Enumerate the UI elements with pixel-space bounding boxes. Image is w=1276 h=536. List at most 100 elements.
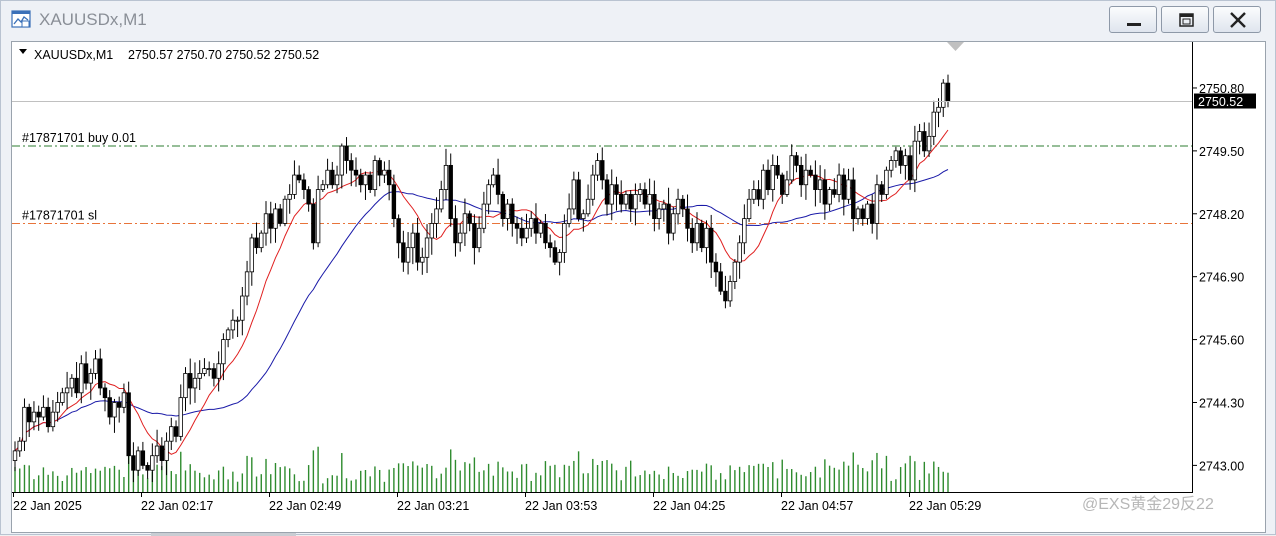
candle-body: [192, 377, 198, 389]
candle-body: [457, 232, 463, 244]
candle-body: [453, 218, 458, 244]
candle-body: [64, 387, 70, 394]
candle-body: [600, 160, 605, 181]
candle-body: [879, 184, 884, 195]
candle-body: [79, 363, 84, 394]
time-tick-label: 22 Jan 2025: [13, 499, 82, 513]
candle-body: [903, 155, 908, 166]
candle-body: [396, 218, 401, 244]
candle-body: [718, 271, 723, 292]
candle-body: [685, 208, 690, 229]
order-line-label: #17871701 sl: [22, 208, 97, 222]
candle-body: [765, 169, 771, 190]
candle-body: [803, 169, 809, 186]
candle-body: [647, 194, 652, 205]
candle-body: [723, 290, 728, 302]
shift-marker-icon[interactable]: [947, 42, 964, 51]
candle-body: [694, 223, 700, 244]
candle-body: [424, 237, 430, 258]
candle-body: [529, 218, 534, 229]
candle-body: [495, 174, 501, 195]
candlesticks: [12, 74, 951, 483]
candle-body: [339, 145, 344, 176]
candle-body: [656, 208, 662, 220]
candle-body: [164, 440, 169, 461]
candle-body: [150, 455, 155, 471]
candle-body: [216, 363, 221, 379]
candle-body: [789, 155, 794, 181]
candle-body: [661, 203, 667, 210]
candle-body: [36, 411, 41, 418]
title-bar[interactable]: XAUUSDx,M1: [1, 1, 1275, 39]
candle-body: [382, 169, 387, 176]
candle-body: [188, 373, 193, 389]
close-button[interactable]: [1213, 6, 1261, 33]
candle-body: [140, 450, 146, 466]
candle-body: [642, 189, 648, 205]
candle-body: [448, 164, 453, 220]
candle-body: [481, 203, 487, 229]
candle-body: [372, 160, 378, 190]
minimize-icon: [1127, 23, 1141, 26]
time-tick-label: 22 Jan 03:21: [397, 499, 469, 513]
candle-body: [93, 358, 98, 374]
candle-body: [60, 392, 65, 403]
candle-body: [808, 169, 813, 176]
chart-menu-arrow-icon[interactable]: [19, 49, 27, 54]
chart-canvas[interactable]: XAUUSDx,M1 2750.57 2750.70 2750.52 2750.…: [12, 42, 1266, 533]
candle-body: [907, 155, 913, 181]
candle-body: [263, 213, 269, 234]
candle-body: [514, 223, 520, 229]
restore-icon: [1179, 13, 1194, 27]
candle-body: [169, 426, 174, 442]
candle-body: [798, 164, 804, 186]
candle-body: [401, 242, 406, 263]
candle-body: [813, 174, 818, 190]
candle-body: [197, 373, 202, 379]
volume-bars: [14, 436, 949, 492]
ma-slow-line: [14, 169, 949, 452]
candle-body: [708, 227, 714, 263]
candle-body: [259, 232, 264, 249]
candle-body: [22, 406, 27, 442]
candle-body: [846, 179, 851, 200]
minimize-button[interactable]: [1109, 6, 1157, 33]
candle-body: [699, 223, 704, 249]
candle-body: [500, 194, 506, 220]
candle-body: [780, 174, 785, 195]
candle-body: [761, 169, 766, 200]
candle-body: [893, 150, 899, 161]
candle-body: [941, 82, 946, 108]
candle-body: [476, 227, 482, 249]
candle-body: [633, 194, 638, 210]
candle-body: [742, 218, 747, 244]
candle-body: [443, 164, 449, 190]
candle-body: [135, 450, 141, 471]
close-icon: [1230, 12, 1246, 28]
candle-body: [27, 406, 32, 423]
restore-button[interactable]: [1161, 6, 1209, 33]
candle-body: [98, 358, 103, 389]
candle-body: [391, 184, 397, 220]
candle-body: [301, 179, 307, 190]
chart-window-icon: [11, 10, 31, 28]
candle-body: [306, 189, 311, 205]
candle-body: [533, 218, 539, 234]
candle-body: [429, 223, 434, 239]
price-chart[interactable]: XAUUSDx,M1 2750.57 2750.70 2750.52 2750.…: [11, 41, 1266, 533]
candle-body: [420, 256, 425, 263]
candle-body: [870, 203, 875, 224]
candle-body: [315, 189, 321, 244]
candle-body: [936, 106, 941, 113]
candle-body: [31, 411, 37, 423]
order-line-label: #17871701 buy 0.01: [22, 131, 136, 145]
candle-body: [841, 174, 847, 200]
candle-body: [254, 237, 259, 249]
candle-body: [595, 160, 600, 176]
candle-body: [116, 402, 122, 408]
candle-body: [334, 174, 340, 186]
candle-body: [704, 227, 709, 249]
candle-body: [88, 373, 93, 384]
candle-body: [832, 189, 837, 195]
candle-body: [211, 368, 217, 379]
